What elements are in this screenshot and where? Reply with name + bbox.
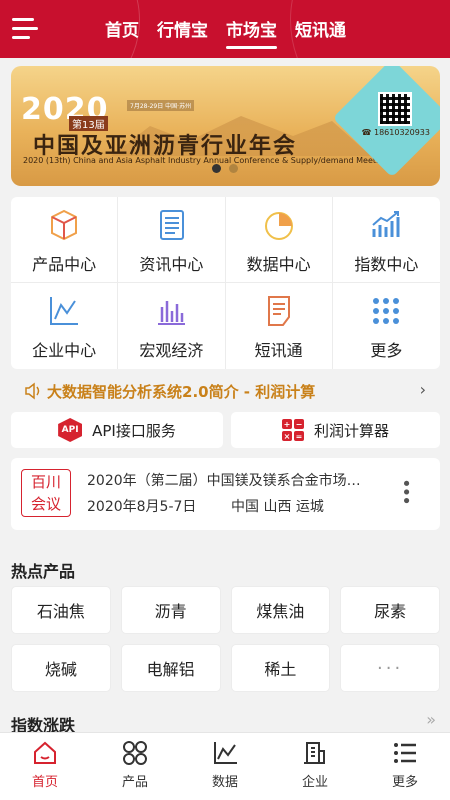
notice-text: 大数据智能分析系统2.0简介 - 利润计算 <box>47 382 316 401</box>
pie-chart-icon <box>264 212 293 240</box>
grid-item-news-flash[interactable]: 短讯通 <box>226 283 333 369</box>
bottom-nav: 首页 产品 数据 企业 更多 <box>0 732 450 800</box>
grid-item-label: 企业中心 <box>32 341 97 360</box>
bar-trend-icon <box>372 211 400 237</box>
bar-chart-icon <box>158 301 186 325</box>
nav-label: 企业 <box>301 775 328 790</box>
list-icon <box>394 743 416 763</box>
double-chevron-right-icon[interactable]: » <box>426 710 436 729</box>
banner-dates: 7月28-29日 中国·苏州 <box>127 100 195 111</box>
grid-item-index-center[interactable]: 指数中心 <box>332 197 440 283</box>
calculator-icon: + − × = <box>281 419 304 441</box>
app-screen: 首页 行情宝 市场宝 短讯通 2020 第13届 7月28-29日 中国·苏州 … <box>0 0 450 800</box>
tab-market-treasure[interactable]: 市场宝 <box>217 14 286 49</box>
building-icon <box>304 742 325 764</box>
hot-product-chip[interactable]: 沥青 <box>120 586 221 634</box>
nav-products[interactable]: 产品 <box>90 733 180 800</box>
meeting-badge: 百川 会议 <box>21 469 71 517</box>
dots-grid-icon <box>373 298 400 324</box>
cube-icon <box>51 209 78 241</box>
tab-market-quotes[interactable]: 行情宝 <box>148 14 217 43</box>
menu-icon[interactable] <box>12 16 38 40</box>
grid-item-label: 更多 <box>370 341 403 360</box>
grid-item-label: 指数中心 <box>354 255 419 274</box>
chevron-right-icon[interactable]: › <box>420 380 426 399</box>
hot-product-chip[interactable]: 石油焦 <box>11 586 111 634</box>
nav-label: 首页 <box>31 775 58 790</box>
nav-data[interactable]: 数据 <box>180 733 270 800</box>
banner-phone: ☎ 18610320933 <box>361 128 430 137</box>
speaker-icon <box>25 382 40 400</box>
hot-product-chip[interactable]: 稀土 <box>230 644 331 692</box>
grid-item-macro-economy[interactable]: 宏观经济 <box>118 283 226 369</box>
api-service-label: API接口服务 <box>92 421 176 440</box>
grid-item-label: 资讯中心 <box>139 255 204 274</box>
banner-pagination <box>212 164 238 173</box>
nav-label: 数据 <box>211 775 238 790</box>
grid-item-data-center[interactable]: 数据中心 <box>225 197 333 283</box>
more-products-button[interactable]: ··· <box>340 644 440 692</box>
more-options-icon[interactable]: ••• <box>395 478 416 504</box>
home-icon <box>34 741 56 764</box>
meeting-card[interactable]: 百川 会议 2020年（第二届）中国镁及镁系合金市场… 2020年8月5-7日 … <box>11 458 440 530</box>
chart-icon <box>214 742 237 764</box>
profit-calculator-label: 利润计算器 <box>313 421 389 440</box>
tab-home[interactable]: 首页 <box>96 14 148 43</box>
hot-product-chip[interactable]: 烧碱 <box>11 644 111 692</box>
hot-product-chip[interactable]: 煤焦油 <box>230 586 331 634</box>
top-header: 首页 行情宝 市场宝 短讯通 <box>0 0 450 58</box>
grid-item-label: 数据中心 <box>246 255 311 274</box>
hot-product-chip[interactable]: 尿素 <box>340 586 440 634</box>
document-icon <box>160 210 185 240</box>
hot-product-chip[interactable]: 电解铝 <box>120 644 221 692</box>
nav-more[interactable]: 更多 <box>360 733 450 800</box>
pagination-dot-active[interactable] <box>212 164 221 173</box>
line-chart-icon <box>50 297 79 325</box>
nav-home[interactable]: 首页 <box>0 733 90 800</box>
notice-bar[interactable]: 大数据智能分析系统2.0简介 - 利润计算 › <box>11 374 440 408</box>
grid-item-label: 产品中心 <box>32 255 97 274</box>
grid-item-label: 宏观经济 <box>139 341 204 360</box>
hot-products-title: 热点产品 <box>11 562 76 581</box>
hot-products-grid: 石油焦 沥青 煤焦油 尿素 烧碱 电解铝 稀土 ··· <box>11 586 440 692</box>
meeting-location: 中国 山西 运城 <box>231 499 324 515</box>
profit-calculator-button[interactable]: + − × = 利润计算器 <box>231 412 440 448</box>
nav-enterprise[interactable]: 企业 <box>270 733 360 800</box>
api-icon: API <box>58 418 83 442</box>
grid-item-more[interactable]: 更多 <box>333 283 440 369</box>
grid-item-enterprise-center[interactable]: 企业中心 <box>11 283 119 369</box>
note-icon <box>267 296 290 326</box>
qr-code-icon <box>378 92 412 126</box>
top-tab-bar: 首页 行情宝 市场宝 短讯通 <box>96 14 355 49</box>
api-service-button[interactable]: API API接口服务 <box>11 412 223 448</box>
feature-grid: 产品中心 资讯中心 数据中心 指数中心 企业中心 宏观经济 短讯通 更多 <box>11 197 440 369</box>
grid-item-product-center[interactable]: 产品中心 <box>11 197 119 283</box>
nav-label: 产品 <box>121 775 148 790</box>
grid-item-news-center[interactable]: 资讯中心 <box>118 197 226 283</box>
meeting-title: 2020年（第二届）中国镁及镁系合金市场… <box>87 473 361 489</box>
grid-circles-icon <box>123 741 147 765</box>
grid-item-label: 短讯通 <box>254 341 303 360</box>
pagination-dot[interactable] <box>229 164 238 173</box>
meeting-date: 2020年8月5-7日 <box>87 499 197 515</box>
nav-label: 更多 <box>391 775 418 790</box>
tab-news-flash[interactable]: 短讯通 <box>286 14 355 43</box>
banner-subtitle: 2020 (13th) China and Asia Asphalt Indus… <box>23 156 389 165</box>
